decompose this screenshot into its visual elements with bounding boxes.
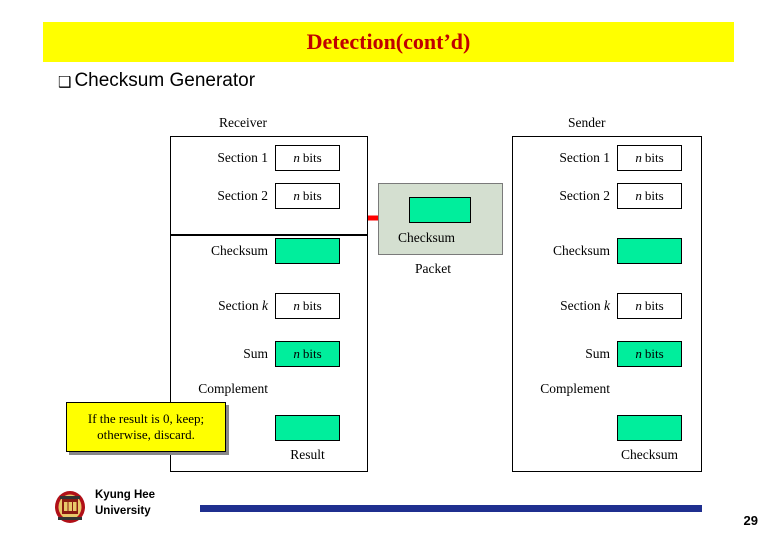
receiver-row-cell-1: n bits bbox=[275, 183, 340, 209]
page-number: 29 bbox=[743, 513, 758, 528]
sender-row-label-4: Sum bbox=[585, 346, 610, 361]
sender-row-label-5: Complement bbox=[540, 381, 610, 396]
receiver-row-label-5: Complement bbox=[198, 381, 268, 396]
note-line-1: If the result is 0, keep; bbox=[87, 410, 205, 426]
sender-row-cell-2 bbox=[617, 238, 682, 264]
receiver-row-label-2: Checksum bbox=[211, 243, 268, 258]
receiver-result-cell bbox=[275, 415, 340, 441]
receiver-row-cell-3: n bits bbox=[275, 293, 340, 319]
bullet-item: ❑ Checksum Generator bbox=[58, 70, 255, 92]
bullet-marker-icon: ❑ bbox=[58, 72, 72, 91]
receiver-row-cell-0: n bits bbox=[275, 145, 340, 171]
sender-row-cell-3: n bits bbox=[617, 293, 682, 319]
receiver-row-cell-2 bbox=[275, 238, 340, 264]
sender-row-cell-0: n bits bbox=[617, 145, 682, 171]
sender-row-label-3: Section k bbox=[560, 298, 610, 313]
packet-label: Packet bbox=[415, 261, 451, 276]
sender-label: Sender bbox=[568, 115, 606, 130]
footer-university-line-1: Kyung Hee bbox=[95, 489, 156, 501]
receiver-row-label-3: Section k bbox=[218, 298, 268, 313]
sender-row-label-1: Section 2 bbox=[559, 188, 610, 203]
checksum-generator-diagram: Receiver Sender Section 1 n bits Section … bbox=[66, 105, 702, 480]
university-logo-icon bbox=[55, 491, 85, 523]
receiver-row-cell-4: n bits bbox=[275, 341, 340, 367]
receiver-result-caption: Result bbox=[290, 447, 325, 462]
page-title: Detection(cont’d) bbox=[306, 29, 471, 54]
slide: Detection(cont’d) ❑ Checksum Generator R… bbox=[0, 0, 780, 540]
sender-checksum-caption: Checksum bbox=[621, 447, 678, 462]
footer-university-line-2: University bbox=[95, 504, 151, 517]
packet-checksum-cell bbox=[409, 197, 471, 223]
footer-university: Kyung Hee University bbox=[95, 488, 155, 519]
receiver-row-label-1: Section 2 bbox=[217, 188, 268, 203]
footer-divider bbox=[200, 505, 702, 512]
result-note-box: If the result is 0, keep; otherwise, dis… bbox=[66, 402, 226, 452]
sender-checksum-cell bbox=[617, 415, 682, 441]
sender-row-cell-1: n bits bbox=[617, 183, 682, 209]
slide-title-bar: Detection(cont’d) bbox=[43, 22, 734, 62]
sender-row-cell-4: n bits bbox=[617, 341, 682, 367]
sender-row-label-2: Checksum bbox=[553, 243, 610, 258]
note-line-2: otherwise, discard. bbox=[97, 427, 195, 442]
sender-row-label-0: Section 1 bbox=[559, 150, 610, 165]
bullet-label: Checksum Generator bbox=[74, 70, 256, 91]
receiver-row-label-4: Sum bbox=[243, 346, 268, 361]
receiver-label: Receiver bbox=[219, 115, 267, 130]
receiver-row-label-0: Section 1 bbox=[217, 150, 268, 165]
packet-checksum-caption: Checksum bbox=[398, 230, 455, 245]
